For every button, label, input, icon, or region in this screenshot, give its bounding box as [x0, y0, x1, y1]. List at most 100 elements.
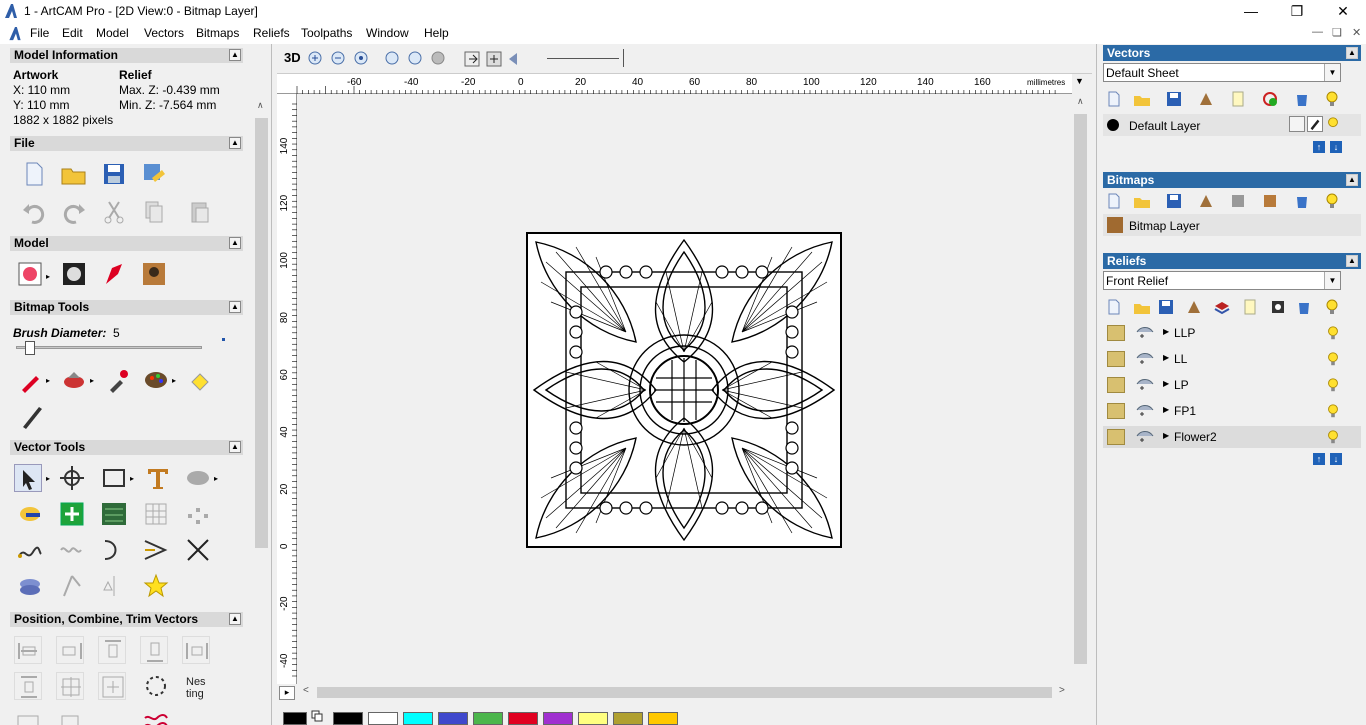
- mandala-bitmap[interactable]: [526, 232, 842, 548]
- model-information-header[interactable]: Model Information ▲: [10, 48, 243, 63]
- undo-icon[interactable]: [20, 198, 48, 226]
- layer-visible-icon[interactable]: [1325, 116, 1341, 132]
- relief-layer-row[interactable]: ▶ LP: [1103, 374, 1361, 396]
- snap-grid-icon[interactable]: [463, 50, 481, 68]
- relief-select[interactable]: Front Relief ▼: [1103, 271, 1341, 290]
- palette-swatch-3[interactable]: [438, 712, 468, 725]
- wavy-lines-icon[interactable]: [142, 708, 170, 725]
- model-size-icon[interactable]: [16, 260, 44, 288]
- relief-layer-row[interactable]: ▶ LL: [1103, 348, 1361, 370]
- move-layer-down-icon[interactable]: ↓: [1330, 141, 1342, 153]
- palette-swatch-7[interactable]: [578, 712, 608, 725]
- vector-grid-icon[interactable]: [142, 500, 170, 528]
- show-grid-icon[interactable]: [485, 50, 503, 68]
- palette-swatch-8[interactable]: [613, 712, 643, 725]
- relief-layer-row[interactable]: ▶ FP1: [1103, 400, 1361, 422]
- canvas-horizontal-scrollbar[interactable]: < >: [297, 684, 1072, 701]
- bitmap-visibility-icon[interactable]: [1323, 192, 1341, 210]
- merge-icon[interactable]: [56, 708, 84, 725]
- canvas-vertical-scrollbar[interactable]: ∧: [1072, 94, 1089, 684]
- mdi-close-button[interactable]: ✕: [1352, 26, 1361, 39]
- relief-image-icon[interactable]: [1269, 298, 1287, 316]
- redo-icon[interactable]: [60, 198, 88, 226]
- scroll-up-icon[interactable]: ∧: [1077, 96, 1084, 107]
- expand-arrow-icon[interactable]: ▶: [1163, 327, 1169, 336]
- vector-tools-header[interactable]: Vector Tools ▲: [10, 440, 243, 455]
- palette-swatch-9[interactable]: [648, 712, 678, 725]
- align-center-h-icon[interactable]: [182, 636, 210, 664]
- bitmap-layer-row[interactable]: Bitmap Layer: [1103, 214, 1361, 236]
- bitmap-tools-header[interactable]: Bitmap Tools ▲: [10, 300, 243, 315]
- maximize-button[interactable]: ❐: [1274, 0, 1320, 23]
- cut-icon[interactable]: [100, 198, 128, 226]
- chevron-down-icon[interactable]: ▼: [1324, 272, 1340, 289]
- palette-swatch-1[interactable]: [368, 712, 398, 725]
- palette-swatch-2[interactable]: [403, 712, 433, 725]
- left-scroll-thumb[interactable]: [255, 118, 268, 548]
- menu-toolpaths[interactable]: Toolpaths: [301, 26, 352, 40]
- color-fill-icon[interactable]: [186, 366, 214, 394]
- center-icon[interactable]: [56, 672, 84, 700]
- scroll-right-icon[interactable]: >: [1059, 685, 1065, 696]
- move-layer-up-icon[interactable]: ↑: [1313, 141, 1325, 153]
- model-paint-icon[interactable]: [100, 260, 128, 288]
- open-vector-icon[interactable]: [1133, 90, 1151, 108]
- save-model-icon[interactable]: [100, 160, 128, 188]
- save-vector-icon[interactable]: [1165, 90, 1183, 108]
- weld-vectors-icon[interactable]: [16, 572, 44, 600]
- vertical-scroll-thumb[interactable]: [1074, 114, 1087, 664]
- dropdown-arrow-icon[interactable]: ▸: [90, 376, 94, 385]
- open-model-icon[interactable]: [60, 160, 88, 188]
- align-bottom-icon[interactable]: [140, 636, 168, 664]
- dropdown-arrow-icon[interactable]: ▸: [46, 272, 50, 281]
- paint-brush-icon[interactable]: [18, 366, 46, 394]
- relief-layers-icon[interactable]: [1213, 298, 1231, 316]
- new-vector-layer-icon[interactable]: [1105, 90, 1123, 108]
- image-texture-icon[interactable]: [140, 260, 168, 288]
- scroll-left-icon[interactable]: <: [303, 685, 309, 696]
- palette-swatch-0[interactable]: [333, 712, 363, 725]
- pencil-icon[interactable]: [18, 402, 46, 430]
- ruler-corner-button[interactable]: ▸: [279, 686, 295, 700]
- palette-swatch-6[interactable]: [543, 712, 573, 725]
- center-in-page-icon[interactable]: [98, 672, 126, 700]
- horizontal-scroll-thumb[interactable]: [317, 687, 1052, 698]
- back-arrow-icon[interactable]: [507, 50, 525, 68]
- open-bitmap-icon[interactable]: [1133, 192, 1151, 210]
- edit-layer-icon[interactable]: [1307, 116, 1323, 132]
- dropdown-arrow-icon[interactable]: ▸: [130, 474, 134, 483]
- expand-arrow-icon[interactable]: ▶: [1163, 405, 1169, 414]
- 2d-view-canvas[interactable]: [297, 94, 1072, 684]
- move-relief-up-icon[interactable]: ↑: [1313, 453, 1325, 465]
- vector-layer-row[interactable]: Default Layer: [1103, 114, 1361, 136]
- relief-brown-icon[interactable]: [1185, 298, 1203, 316]
- collapse-icon[interactable]: ▲: [229, 301, 241, 313]
- delete-vector-layer-icon[interactable]: [1293, 90, 1311, 108]
- relief-combine-icon[interactable]: [1135, 350, 1155, 368]
- zoom-page-icon[interactable]: [430, 50, 448, 68]
- smooth-curve-icon[interactable]: [16, 536, 44, 564]
- zoom-extents-icon[interactable]: [353, 50, 371, 68]
- collapse-icon[interactable]: ▲: [229, 237, 241, 249]
- node-editing-icon[interactable]: [58, 500, 86, 528]
- text-tool-icon[interactable]: [144, 464, 172, 492]
- menu-edit[interactable]: Edit: [62, 26, 83, 40]
- offset-vector-icon[interactable]: [14, 708, 42, 725]
- dropdown-arrow-icon[interactable]: ▸: [214, 474, 218, 483]
- relief-layer-row[interactable]: ▶ Flower2: [1103, 426, 1361, 448]
- vector-doctor-icon[interactable]: [100, 500, 128, 528]
- zoom-previous-icon[interactable]: [407, 50, 425, 68]
- mdi-minimize-button[interactable]: —: [1312, 26, 1323, 38]
- move-relief-down-icon[interactable]: ↓: [1330, 453, 1342, 465]
- new-relief-layer-icon[interactable]: [1105, 298, 1123, 316]
- close-button[interactable]: ✕: [1320, 0, 1366, 23]
- save-as-icon[interactable]: [140, 160, 168, 188]
- brush-slider-track[interactable]: [16, 346, 202, 349]
- bitmap-brown-icon[interactable]: [1197, 192, 1215, 210]
- minimize-button[interactable]: —: [1228, 0, 1274, 23]
- relief-layer-visible-icon[interactable]: [1325, 324, 1341, 342]
- bitmap-image-icon[interactable]: [1261, 192, 1279, 210]
- collapse-icon[interactable]: ▲: [1346, 174, 1358, 186]
- save-relief-icon[interactable]: [1157, 298, 1175, 316]
- join-vectors-icon[interactable]: [142, 536, 170, 564]
